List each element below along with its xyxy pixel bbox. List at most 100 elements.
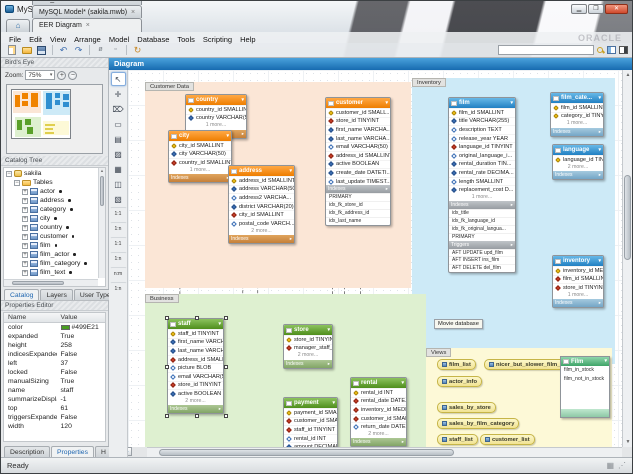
section-indexes[interactable]: Indexes▸	[326, 185, 390, 193]
section-indexes[interactable]: Indexes▸	[553, 299, 603, 307]
zoom-in-button[interactable]: +	[57, 71, 66, 80]
tab-properties[interactable]: Properties	[51, 446, 94, 457]
rel-1-n-existing-tool[interactable]: 1:n	[110, 282, 127, 296]
property-row[interactable]: indicesExpandedFalse	[4, 350, 105, 359]
tree-item-inventory[interactable]: +inventory	[6, 277, 97, 278]
tree-item-film_text[interactable]: +film_text	[6, 268, 97, 277]
expand-icon[interactable]: −	[6, 171, 12, 177]
save-model-button[interactable]	[35, 44, 48, 56]
rel-1-1-id-tool[interactable]: 1:1	[110, 237, 127, 251]
section-indexes[interactable]: Indexes▸	[229, 235, 294, 243]
collapse-arrow-icon[interactable]: ▾	[598, 259, 601, 264]
new-document-button[interactable]	[5, 44, 18, 56]
collapse-arrow-icon[interactable]: ▾	[510, 101, 513, 106]
menu-file[interactable]: File	[5, 35, 25, 44]
diagram-table-city[interactable]: city▾city_id SMALLINTcity VARCHAR(50)cou…	[168, 130, 232, 183]
search-input[interactable]	[498, 45, 594, 55]
view-sales_by_store[interactable]: sales_by_store	[437, 402, 496, 413]
note-movie-database[interactable]: Movie database	[434, 319, 483, 329]
section-triggers[interactable]: Triggers▸	[449, 241, 515, 249]
view-customer_list[interactable]: customer_list	[480, 434, 535, 445]
tab-catalog[interactable]: Catalog	[4, 289, 39, 300]
diagram-table-film_cate[interactable]: film_cate...▾film_id SMALLINTcategory_id…	[550, 92, 604, 137]
property-row[interactable]: height258	[4, 341, 105, 350]
collapse-arrow-icon[interactable]: ▾	[218, 322, 221, 327]
collapse-arrow-icon[interactable]: ▾	[598, 148, 601, 153]
undo-button[interactable]: ↶	[57, 44, 70, 56]
diagram-table-address[interactable]: address▾address_id SMALLINTaddress VARCH…	[228, 165, 295, 244]
rel-1-n-id-tool[interactable]: 1:n	[110, 252, 127, 266]
minimap-viewport[interactable]	[11, 89, 71, 139]
rel-n-m-id-tool[interactable]: n:m	[110, 267, 127, 281]
diagram-table-inventory[interactable]: inventory▾inventory_id MEDI...film_id SM…	[552, 255, 604, 308]
tree-item-film_category[interactable]: +film_category	[6, 259, 97, 268]
zoom-out-tool-button[interactable]: ø	[94, 44, 107, 56]
collapse-arrow-icon[interactable]: ▾	[385, 101, 388, 106]
section-indexes[interactable]: Indexes▸	[449, 201, 515, 209]
menu-help[interactable]: Help	[236, 35, 259, 44]
zoom-select[interactable]: 75%▾	[25, 70, 55, 80]
tree-horizontal-scrollbar[interactable]	[4, 279, 98, 286]
view-tool[interactable]: ◫	[111, 177, 126, 191]
canvas-vertical-scrollbar[interactable]: ▲▼	[622, 70, 632, 447]
collapse-arrow-icon[interactable]: ▾	[327, 328, 330, 333]
tree-item-address[interactable]: +address	[6, 196, 97, 205]
menu-scripting[interactable]: Scripting	[199, 35, 236, 44]
table-tool[interactable]: ▦	[111, 162, 126, 176]
tree-item-actor[interactable]: +actor	[6, 187, 97, 196]
tree-item-tables-folder[interactable]: −Tables	[6, 178, 97, 187]
search-icon[interactable]	[597, 47, 604, 54]
diagram-table-language[interactable]: language▾language_id TINY...2 more...Ind…	[552, 144, 604, 180]
property-row[interactable]: top61	[4, 404, 105, 413]
tree-item-film[interactable]: +film	[6, 241, 97, 250]
diagram-table-staff[interactable]: staff▾staff_id TINYINTfirst_name VARCH..…	[167, 318, 224, 414]
tab-description[interactable]: Description	[4, 446, 50, 457]
refresh-button[interactable]: ↻	[131, 44, 144, 56]
collapse-arrow-icon[interactable]: ▾	[604, 359, 607, 364]
expand-icon[interactable]: +	[22, 270, 28, 276]
tree-item-category[interactable]: +category	[6, 205, 97, 214]
tab-mysql-model-sakila-mwb-[interactable]: MySQL Model* (sakila.mwb)×	[32, 5, 142, 18]
layer-tool[interactable]: ▭	[111, 117, 126, 131]
diagram-table-store[interactable]: store▾store_id TINYINTmanager_staff_id .…	[283, 324, 333, 369]
selection-handle[interactable]	[165, 365, 169, 369]
collapse-arrow-icon[interactable]: ▾	[241, 98, 244, 103]
section-indexes[interactable]: Indexes▸	[553, 171, 603, 179]
expand-icon[interactable]: +	[22, 261, 28, 267]
zoom-out-button[interactable]: −	[68, 71, 77, 80]
view-sales_by_film_category[interactable]: sales_by_film_category	[437, 418, 519, 429]
property-row[interactable]: width120	[4, 422, 105, 431]
property-row[interactable]: namestaff	[4, 386, 105, 395]
tab-close-icon[interactable]: ×	[131, 9, 135, 16]
tree-item-film_actor[interactable]: +film_actor	[6, 250, 97, 259]
diagram-table-customer[interactable]: customer▾customer_id SMALL...store_id TI…	[325, 97, 391, 226]
property-row[interactable]: manualSizingTrue	[4, 377, 105, 386]
menu-tools[interactable]: Tools	[173, 35, 199, 44]
property-row[interactable]: triggersExpandedFalse	[4, 413, 105, 422]
selection-handle[interactable]	[224, 414, 228, 418]
section-indexes[interactable]: Indexes▸	[168, 405, 223, 413]
selection-handle[interactable]	[195, 316, 199, 320]
property-row[interactable]: left37	[4, 359, 105, 368]
section-indexes[interactable]: Indexes▸	[551, 128, 603, 136]
selection-handle[interactable]	[165, 414, 169, 418]
eer-diagram-canvas[interactable]: Customer DataInventoryBusinessViewscount…	[128, 70, 622, 447]
menu-database[interactable]: Database	[133, 35, 173, 44]
rel-1-1-nonid-tool[interactable]: 1:1	[110, 207, 127, 221]
tab-layers[interactable]: Layers	[40, 289, 72, 300]
hand-tool[interactable]: ✛	[111, 87, 126, 101]
collapse-arrow-icon[interactable]: ▾	[401, 381, 404, 386]
eraser-tool[interactable]: ⌦	[111, 102, 126, 116]
view-actor_info[interactable]: actor_info	[437, 376, 482, 387]
grid-toggle-icon[interactable]: ▦	[606, 461, 614, 470]
view-staff_list[interactable]: staff_list	[437, 434, 478, 445]
maximize-button[interactable]: ❐	[588, 4, 604, 14]
tree-item-city[interactable]: +city	[6, 214, 97, 223]
tree-vertical-scrollbar[interactable]: ▲	[98, 168, 105, 278]
collapse-arrow-icon[interactable]: ▾	[332, 401, 335, 406]
menu-model[interactable]: Model	[105, 35, 133, 44]
resize-grip[interactable]: ⋰	[618, 461, 626, 470]
image-tool[interactable]: ▨	[111, 147, 126, 161]
diagram-table-rental[interactable]: rental▾rental_id INTrental_date DATE...i…	[350, 377, 407, 447]
collapse-arrow-icon[interactable]: ▾	[289, 169, 292, 174]
